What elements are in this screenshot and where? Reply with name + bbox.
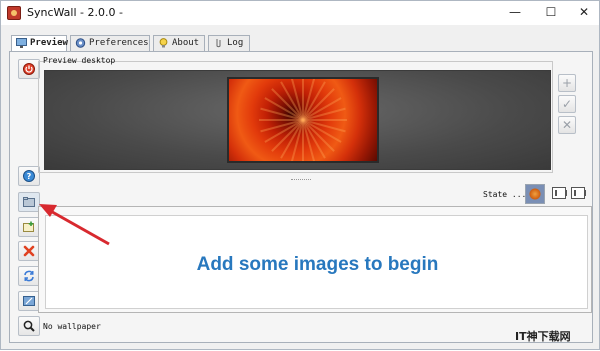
- title-bar[interactable]: SyncWall - 2.0.0 - — ☐ ✕: [1, 1, 599, 25]
- wallpaper-thumbnail[interactable]: [227, 77, 379, 163]
- status-text: No wallpaper: [43, 322, 101, 331]
- tab-log[interactable]: Log: [208, 35, 250, 51]
- minimize-button[interactable]: —: [498, 1, 532, 23]
- maximize-button[interactable]: ☐: [534, 1, 568, 23]
- zoom-button[interactable]: [18, 316, 40, 336]
- close-button[interactable]: ✕: [567, 1, 600, 23]
- window-title: SyncWall - 2.0.0 -: [27, 6, 123, 19]
- help-button[interactable]: ?: [18, 166, 40, 186]
- add-screen-button[interactable]: +: [558, 74, 576, 92]
- image-list[interactable]: Add some images to begin: [45, 215, 588, 309]
- delete-x-icon: [23, 245, 35, 257]
- remove-button[interactable]: [18, 241, 40, 261]
- preview-desktop-label: Preview desktop: [43, 56, 116, 65]
- monitor-icon: [16, 38, 27, 48]
- tab-label: Preferences: [89, 38, 149, 48]
- grid-view-button[interactable]: [552, 187, 567, 199]
- watermark: IT神下载网: [515, 330, 571, 343]
- close-x-icon: ✕: [561, 118, 573, 132]
- tab-label: Preview: [30, 38, 68, 48]
- power-icon: [23, 63, 35, 75]
- open-folder-button[interactable]: [18, 192, 40, 212]
- check-icon: ✓: [561, 97, 573, 111]
- edit-icon: [23, 296, 35, 306]
- add-image-icon: [23, 221, 34, 232]
- tab-label: About: [172, 38, 200, 48]
- folder-icon: [23, 197, 35, 207]
- magnifier-icon: [23, 320, 35, 332]
- tab-preview[interactable]: Preview: [11, 35, 68, 52]
- column-view-button[interactable]: [571, 187, 586, 199]
- power-button[interactable]: [18, 59, 40, 79]
- svg-text:?: ?: [27, 172, 32, 181]
- tab-preferences[interactable]: Preferences: [70, 35, 150, 51]
- add-image-button[interactable]: [18, 217, 40, 237]
- app-window: SyncWall - 2.0.0 - — ☐ ✕ Preview Prefere…: [0, 0, 600, 350]
- state-icon[interactable]: [525, 184, 545, 204]
- state-label: State ...: [483, 190, 527, 199]
- plus-icon: +: [561, 76, 573, 90]
- tab-about[interactable]: About: [153, 35, 205, 51]
- clip-icon: [216, 39, 221, 48]
- refresh-button[interactable]: [18, 266, 40, 286]
- edit-button[interactable]: [18, 291, 40, 311]
- help-icon: ?: [23, 170, 35, 182]
- empty-list-message: Add some images to begin: [196, 254, 439, 275]
- lightbulb-icon: [159, 38, 168, 48]
- tab-label: Log: [227, 38, 244, 48]
- splitter-grip[interactable]: [291, 179, 311, 182]
- app-icon: [7, 6, 21, 20]
- apply-button[interactable]: ✓: [558, 95, 576, 113]
- refresh-icon: [24, 270, 34, 282]
- remove-screen-button[interactable]: ✕: [558, 116, 576, 134]
- gear-icon: [75, 38, 86, 48]
